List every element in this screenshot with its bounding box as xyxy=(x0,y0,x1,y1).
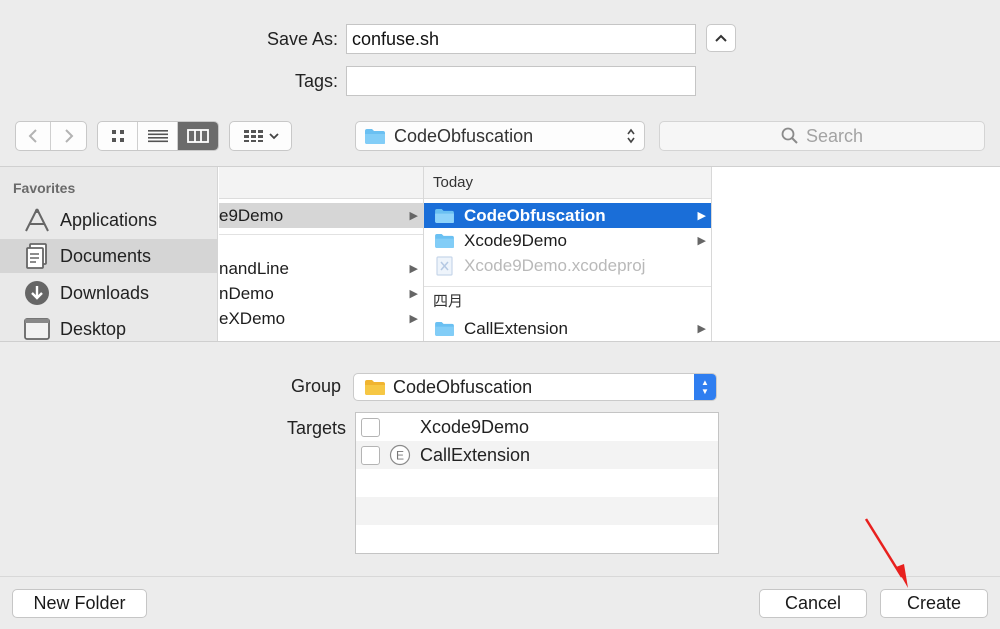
annotation-arrow-icon xyxy=(864,518,908,588)
target-row-callextension: E CallExtension xyxy=(356,441,718,469)
save-as-field[interactable] xyxy=(346,24,696,54)
item-label: Xcode9Demo.xcodeproj xyxy=(464,255,646,275)
location-label: CodeObfuscation xyxy=(394,125,534,146)
sidebar-item-downloads[interactable]: Downloads xyxy=(0,276,218,310)
targets-list: Xcode9Demo E CallExtension xyxy=(355,412,719,554)
applications-icon xyxy=(24,207,50,233)
chevron-left-icon xyxy=(28,129,37,143)
svg-text:E: E xyxy=(396,449,404,463)
folder-icon xyxy=(365,379,385,395)
tags-label: Tags: xyxy=(294,71,338,91)
create-button[interactable]: Create xyxy=(880,589,988,618)
list-item[interactable]: eXDemo ▶ xyxy=(219,306,423,331)
folder-icon xyxy=(365,128,385,144)
downloads-icon xyxy=(24,280,50,306)
sidebar-item-label: Applications xyxy=(60,209,158,230)
sidebar-heading: Favorites xyxy=(13,180,76,196)
targets-label: Targets xyxy=(286,418,346,438)
disclosure-arrow-icon: ▶ xyxy=(409,288,418,300)
group-header-april: 四月 xyxy=(433,292,464,310)
arrange-grid-icon xyxy=(243,130,263,142)
folder-icon xyxy=(435,233,454,248)
arrange-button[interactable] xyxy=(230,122,291,150)
list-view-button[interactable] xyxy=(138,122,178,150)
view-mode-control xyxy=(97,121,219,151)
column-header xyxy=(219,167,423,199)
documents-icon xyxy=(24,243,50,269)
extension-icon: E xyxy=(389,444,411,466)
updown-chevron-icon: ▲ ▼ xyxy=(694,374,716,400)
footer-divider xyxy=(0,576,1000,577)
target-row-xcode9demo: Xcode9Demo xyxy=(356,413,718,441)
back-button[interactable] xyxy=(16,122,51,150)
updown-chevron-icon xyxy=(627,128,635,144)
location-popup[interactable]: CodeObfuscation xyxy=(355,121,645,151)
target-checkbox[interactable] xyxy=(361,417,380,437)
cancel-button[interactable]: Cancel xyxy=(759,589,867,618)
empty-row xyxy=(356,525,718,553)
item-label: CallExtension xyxy=(464,318,568,338)
group-label: Group xyxy=(290,376,341,396)
save-as-label: Save As: xyxy=(266,29,338,49)
item-label: nDemo xyxy=(219,283,274,303)
chevron-down-icon xyxy=(268,133,279,140)
list-item[interactable]: nDemo ▶ xyxy=(219,281,423,306)
disclosure-arrow-icon: ▶ xyxy=(697,323,706,335)
empty-row xyxy=(356,469,718,497)
search-icon xyxy=(781,127,798,144)
arrange-control xyxy=(229,121,292,151)
target-label: CallExtension xyxy=(420,444,531,465)
columns-icon xyxy=(187,129,209,143)
list-item-callextension[interactable]: CallExtension ▶ xyxy=(424,316,711,341)
chevron-up-icon xyxy=(715,34,727,42)
icon-view-button[interactable] xyxy=(98,122,138,150)
grid-icon xyxy=(111,130,124,142)
new-folder-button[interactable]: New Folder xyxy=(12,589,147,618)
group-value: CodeObfuscation xyxy=(393,376,533,397)
target-checkbox[interactable] xyxy=(361,445,380,465)
tags-field[interactable] xyxy=(346,66,696,96)
list-item-xcode9demo[interactable]: Xcode9Demo ▶ xyxy=(424,228,711,253)
target-label: Xcode9Demo xyxy=(420,416,530,437)
item-label: e9Demo xyxy=(219,205,284,225)
item-label: eXDemo xyxy=(219,308,286,328)
list-item-xcodeproj: Xcode9Demo.xcodeproj xyxy=(424,253,711,278)
expand-dialog-button[interactable] xyxy=(706,24,736,52)
file-browser: Favorites Applications Documents Downloa… xyxy=(0,166,1000,342)
column-header-today: Today xyxy=(424,167,711,199)
sidebar-item-label: Desktop xyxy=(60,318,127,339)
back-forward-control xyxy=(15,121,87,151)
list-icon xyxy=(147,130,168,143)
sidebar-item-applications[interactable]: Applications xyxy=(0,203,218,237)
sidebar-item-label: Downloads xyxy=(60,282,150,303)
folder-icon xyxy=(435,321,454,336)
sidebar: Favorites Applications Documents Downloa… xyxy=(0,167,218,341)
browser-column-2: Today CodeObfuscation ▶ Xcode9Demo ▶ Xco… xyxy=(424,167,712,341)
disclosure-arrow-icon: ▶ xyxy=(409,313,418,325)
list-item-codeobfuscation[interactable]: CodeObfuscation ▶ xyxy=(424,203,711,228)
desktop-icon xyxy=(24,316,50,341)
chevron-right-icon xyxy=(64,129,73,143)
sidebar-item-documents[interactable]: Documents xyxy=(0,239,218,273)
item-label: CodeObfuscation xyxy=(464,205,606,225)
browser-column-1: e9Demo ▶ nandLine ▶ nDemo ▶ eXDemo ▶ xyxy=(219,167,424,341)
disclosure-arrow-icon: ▶ xyxy=(697,235,706,247)
search-field[interactable]: Search xyxy=(659,121,985,151)
item-label: nandLine xyxy=(219,258,289,278)
disclosure-arrow-icon: ▶ xyxy=(409,210,418,222)
item-label: Xcode9Demo xyxy=(464,230,568,250)
forward-button[interactable] xyxy=(51,122,86,150)
group-popup[interactable]: CodeObfuscation ▲ ▼ xyxy=(353,373,717,401)
sidebar-item-desktop[interactable]: Desktop xyxy=(0,312,218,341)
empty-row xyxy=(356,497,718,525)
folder-icon xyxy=(435,208,454,223)
disclosure-arrow-icon: ▶ xyxy=(697,210,706,222)
list-item[interactable]: e9Demo ▶ xyxy=(219,203,423,228)
xcodeproj-file-icon xyxy=(436,255,453,276)
list-item[interactable]: nandLine ▶ xyxy=(219,256,423,281)
sidebar-item-label: Documents xyxy=(60,245,152,266)
column-view-button[interactable] xyxy=(178,122,218,150)
disclosure-arrow-icon: ▶ xyxy=(409,263,418,275)
search-placeholder: Search xyxy=(805,125,864,146)
